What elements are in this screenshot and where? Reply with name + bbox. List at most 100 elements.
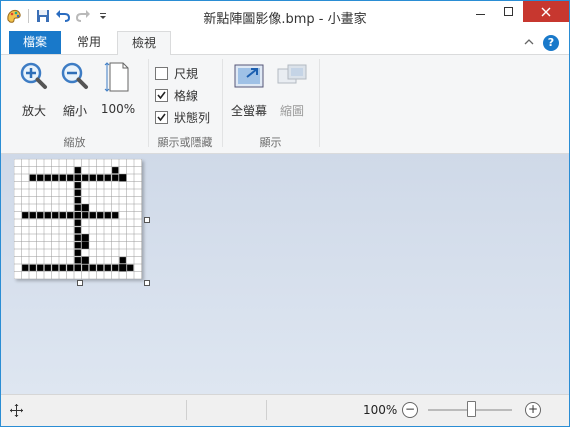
glyph-pixel [89, 212, 96, 219]
maximize-icon [504, 6, 513, 16]
zoom-out-status-button[interactable]: − [402, 402, 418, 418]
lit-pixel [81, 241, 89, 249]
glyph-pixel [44, 264, 51, 271]
full-screen-label: 全螢幕 [230, 104, 267, 118]
glyph-pixel [104, 174, 111, 181]
show-hide-group-label: 顯示或隱藏 [157, 136, 213, 149]
glyph-pixel [67, 174, 74, 181]
glyph-pixel [52, 174, 59, 181]
glyph-pixel [37, 212, 44, 219]
status-bar-checkbox[interactable]: 狀態列 [155, 109, 210, 126]
glyph-pixel [59, 264, 66, 271]
glyph-pixel [104, 264, 111, 271]
glyph-pixel [82, 174, 89, 181]
glyph-pixel [22, 212, 29, 219]
glyph-pixel [89, 264, 96, 271]
lit-pixel [81, 204, 89, 212]
glyph-pixel [67, 264, 74, 271]
actual-size-button[interactable]: 100% [99, 61, 137, 116]
glyph-pixel [52, 264, 59, 271]
glyph-pixel [74, 249, 81, 256]
minimize-icon [476, 13, 485, 15]
lit-pixel [81, 234, 89, 242]
resize-handle-right[interactable] [144, 217, 150, 223]
paint-window: 新點陣圖影像.bmp - 小畫家 檔案 常用 檢視 ? 放大 縮小 100% 縮… [0, 0, 570, 427]
cursor-position-icon [10, 404, 23, 417]
zoom-in-button[interactable]: 放大 [15, 61, 53, 119]
canvas-workspace[interactable] [1, 154, 569, 394]
zoom-level: 100% [363, 403, 398, 417]
glyph-pixel [112, 212, 119, 219]
zoom-group-label: 縮放 [63, 136, 86, 149]
zoom-out-button[interactable]: 縮小 [56, 61, 94, 119]
tab-file[interactable]: 檔案 [9, 31, 61, 54]
glyph-pixel [22, 264, 29, 271]
glyph-pixel [37, 264, 44, 271]
rulers-checkbox-box [155, 67, 168, 80]
status-separator [186, 400, 187, 420]
zoom-out-icon [61, 62, 88, 89]
check-icon [157, 91, 166, 100]
tab-view[interactable]: 檢視 [117, 31, 171, 56]
zoom-out-label: 縮小 [62, 104, 87, 118]
minimize-button[interactable] [467, 1, 495, 22]
glyph-pixel [37, 174, 44, 181]
gridlines-checkbox-box [155, 89, 168, 102]
close-icon [541, 7, 551, 16]
lit-pixel [81, 256, 89, 264]
glyph-pixel [104, 212, 111, 219]
resize-handle-bottom[interactable] [77, 280, 83, 286]
zoom-in-status-button[interactable]: + [525, 402, 541, 418]
glyph-pixel [97, 264, 104, 271]
glyph-pixel [74, 182, 81, 189]
pixel-grid[interactable] [14, 159, 142, 279]
glyph-pixel [44, 174, 51, 181]
status-separator [266, 400, 267, 420]
full-screen-button[interactable]: 全螢幕 [229, 61, 269, 119]
glyph-pixel [97, 212, 104, 219]
gridlines-label: 格線 [174, 89, 199, 103]
help-icon[interactable]: ? [543, 35, 559, 51]
drawing-canvas[interactable] [14, 159, 142, 279]
lit-pixel [119, 174, 127, 182]
status-bar: 100% − + [1, 394, 569, 426]
glyph-pixel [52, 212, 59, 219]
glyph-pixel [74, 189, 81, 196]
collapse-ribbon-icon[interactable] [523, 36, 535, 48]
zoom-in-label: 放大 [21, 104, 46, 118]
close-button[interactable] [523, 1, 569, 22]
glyph-pixel [89, 174, 96, 181]
glyph-pixel [67, 212, 74, 219]
zoom-in-icon [20, 62, 47, 89]
glyph-pixel [82, 212, 89, 219]
display-group-label: 顯示 [259, 136, 282, 149]
zoom-slider-thumb[interactable] [467, 401, 476, 417]
glyph-pixel [29, 212, 36, 219]
thumbnail-icon [277, 64, 307, 84]
show-hide-group: 尺規 格線 狀態列 顯示或隱藏 [149, 55, 221, 153]
glyph-pixel [74, 257, 81, 264]
gridlines-checkbox[interactable]: 格線 [155, 87, 198, 104]
glyph-pixel [59, 212, 66, 219]
title-bar: 新點陣圖影像.bmp - 小畫家 [1, 1, 569, 31]
resize-handle-corner[interactable] [144, 280, 150, 286]
glyph-pixel [97, 174, 104, 181]
glyph-pixel [74, 197, 81, 204]
glyph-pixel [44, 212, 51, 219]
glyph-pixel [59, 174, 66, 181]
glyph-pixel [74, 242, 81, 249]
tab-home[interactable]: 常用 [63, 31, 115, 54]
ribbon-tab-bar: 檔案 常用 檢視 ? [1, 31, 569, 56]
glyph-pixel [82, 264, 89, 271]
glyph-pixel [74, 167, 81, 174]
thumbnail-label: 縮圖 [279, 104, 304, 118]
status-bar-label: 狀態列 [174, 111, 211, 125]
glyph-pixel [112, 174, 119, 181]
ribbon-separator [319, 59, 320, 147]
rulers-checkbox[interactable]: 尺規 [155, 65, 198, 82]
actual-size-icon [104, 62, 129, 92]
display-group: 全螢幕 縮圖 顯示 [223, 55, 318, 153]
thumbnail-button[interactable]: 縮圖 [273, 61, 311, 119]
maximize-button[interactable] [495, 1, 523, 22]
glyph-pixel [112, 264, 119, 271]
